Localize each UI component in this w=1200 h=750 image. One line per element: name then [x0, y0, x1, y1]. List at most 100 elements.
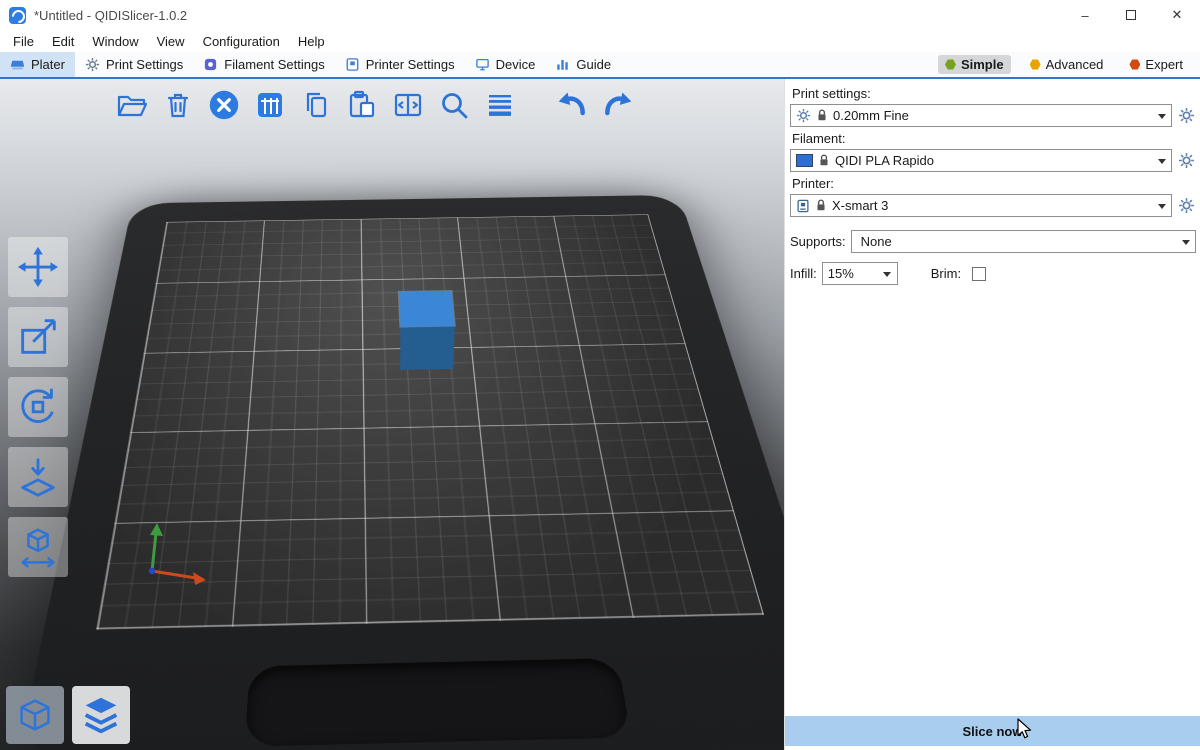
- tab-printer-settings[interactable]: Printer Settings: [335, 52, 465, 77]
- window-title: *Untitled - QIDISlicer-1.0.2: [34, 8, 187, 23]
- delete-all-button[interactable]: [204, 85, 244, 125]
- object-toolbar: [112, 85, 638, 125]
- 3d-scene: [0, 79, 784, 750]
- tab-label: Print Settings: [106, 57, 183, 72]
- print-settings-combo[interactable]: 0.20mm Fine: [790, 104, 1172, 127]
- infill-label: Infill:: [790, 266, 817, 281]
- tab-label: Printer Settings: [366, 57, 455, 72]
- chevron-down-icon: [879, 264, 896, 283]
- filament-row: QIDI PLA Rapido: [790, 149, 1196, 172]
- infill-combo[interactable]: 15%: [822, 262, 898, 285]
- paste-icon: [346, 89, 378, 121]
- window-controls: – ✕: [1062, 0, 1200, 30]
- view-toolbar: [6, 686, 130, 744]
- mode-label: Expert: [1145, 57, 1183, 72]
- title-bar: *Untitled - QIDISlicer-1.0.2 – ✕: [0, 0, 1200, 30]
- close-button[interactable]: ✕: [1154, 0, 1200, 30]
- supports-value: None: [857, 234, 1175, 249]
- delete-all-icon: [208, 89, 240, 121]
- printer-combo[interactable]: X-smart 3: [790, 194, 1172, 217]
- edit-printer-button[interactable]: [1177, 196, 1196, 215]
- split-objects-button[interactable]: [388, 85, 428, 125]
- place-on-face-icon: [15, 454, 61, 500]
- guide-icon: [555, 57, 570, 72]
- variable-layer-height-button[interactable]: [480, 85, 520, 125]
- 3d-editor-view-button[interactable]: [6, 686, 64, 744]
- menu-bar: File Edit Window View Configuration Help: [0, 30, 1200, 52]
- layers-preview-button[interactable]: [72, 686, 130, 744]
- chevron-down-icon: [1177, 232, 1194, 251]
- filament-icon: [203, 57, 218, 72]
- tab-print-settings[interactable]: Print Settings: [75, 52, 193, 77]
- filament-label: Filament:: [792, 131, 1196, 146]
- scale-icon: [15, 314, 61, 360]
- infill-value: 15%: [828, 266, 877, 281]
- place-on-face-button[interactable]: [8, 447, 68, 507]
- settings-sidebar: Print settings: 0.20mm Fine Filament: QI…: [784, 79, 1200, 750]
- lock-icon: [818, 154, 830, 167]
- close-icon: ✕: [1172, 7, 1183, 23]
- menu-help[interactable]: Help: [289, 30, 334, 52]
- paste-button[interactable]: [342, 85, 382, 125]
- tab-label: Filament Settings: [224, 57, 324, 72]
- open-folder-icon: [116, 89, 148, 121]
- infill-brim-row: Infill: 15% Brim:: [790, 262, 1196, 285]
- lock-icon: [816, 109, 828, 122]
- open-button[interactable]: [112, 85, 152, 125]
- redo-icon: [602, 89, 634, 121]
- supports-combo[interactable]: None: [851, 230, 1196, 253]
- layers-preview-icon: [78, 692, 124, 738]
- plater-icon: [10, 57, 25, 72]
- 3d-view-icon: [12, 692, 58, 738]
- expert-mode-icon: [1129, 59, 1140, 70]
- search-button[interactable]: [434, 85, 474, 125]
- tab-plater[interactable]: Plater: [0, 52, 75, 77]
- scale-button[interactable]: [8, 307, 68, 367]
- rotate-icon: [15, 384, 61, 430]
- minimize-button[interactable]: –: [1062, 0, 1108, 30]
- mode-label: Simple: [961, 57, 1004, 72]
- arrange-button[interactable]: [250, 85, 290, 125]
- move-button[interactable]: [8, 237, 68, 297]
- model-cube[interactable]: [399, 333, 454, 370]
- rotate-button[interactable]: [8, 377, 68, 437]
- menu-configuration[interactable]: Configuration: [194, 30, 289, 52]
- redo-button[interactable]: [598, 85, 638, 125]
- printer-icon: [796, 199, 810, 213]
- tab-device[interactable]: Device: [465, 52, 546, 77]
- edit-filament-button[interactable]: [1177, 151, 1196, 170]
- printer-label: Printer:: [792, 176, 1196, 191]
- delete-button[interactable]: [158, 85, 198, 125]
- measure-button[interactable]: [8, 517, 68, 577]
- menu-view[interactable]: View: [148, 30, 194, 52]
- chevron-down-icon: [1153, 151, 1170, 170]
- trash-icon: [162, 89, 194, 121]
- menu-file[interactable]: File: [4, 30, 43, 52]
- chevron-down-icon: [1153, 106, 1170, 125]
- maximize-button[interactable]: [1108, 0, 1154, 30]
- menu-window[interactable]: Window: [83, 30, 147, 52]
- tab-filament-settings[interactable]: Filament Settings: [193, 52, 334, 77]
- filament-value: QIDI PLA Rapido: [835, 153, 1151, 168]
- tab-label: Plater: [31, 57, 65, 72]
- qidislicer-window: *Untitled - QIDISlicer-1.0.2 – ✕ File Ed…: [0, 0, 1200, 750]
- copy-button[interactable]: [296, 85, 336, 125]
- tab-guide[interactable]: Guide: [545, 52, 621, 77]
- supports-row: Supports: None: [790, 230, 1196, 253]
- undo-button[interactable]: [552, 85, 592, 125]
- cube-front-face: [400, 326, 455, 370]
- mode-advanced[interactable]: Advanced: [1023, 55, 1111, 74]
- 3d-viewport[interactable]: [0, 79, 784, 750]
- menu-edit[interactable]: Edit: [43, 30, 83, 52]
- filament-combo[interactable]: QIDI PLA Rapido: [790, 149, 1172, 172]
- brim-checkbox[interactable]: [972, 267, 986, 281]
- arrange-icon: [254, 89, 286, 121]
- print-settings-row: 0.20mm Fine: [790, 104, 1196, 127]
- brim-label: Brim:: [931, 266, 961, 281]
- copy-icon: [300, 89, 332, 121]
- mode-simple[interactable]: Simple: [938, 55, 1011, 74]
- slice-now-button[interactable]: Slice now: [785, 716, 1200, 746]
- mode-expert[interactable]: Expert: [1122, 55, 1190, 74]
- chevron-down-icon: [1153, 196, 1170, 215]
- edit-print-settings-button[interactable]: [1177, 106, 1196, 125]
